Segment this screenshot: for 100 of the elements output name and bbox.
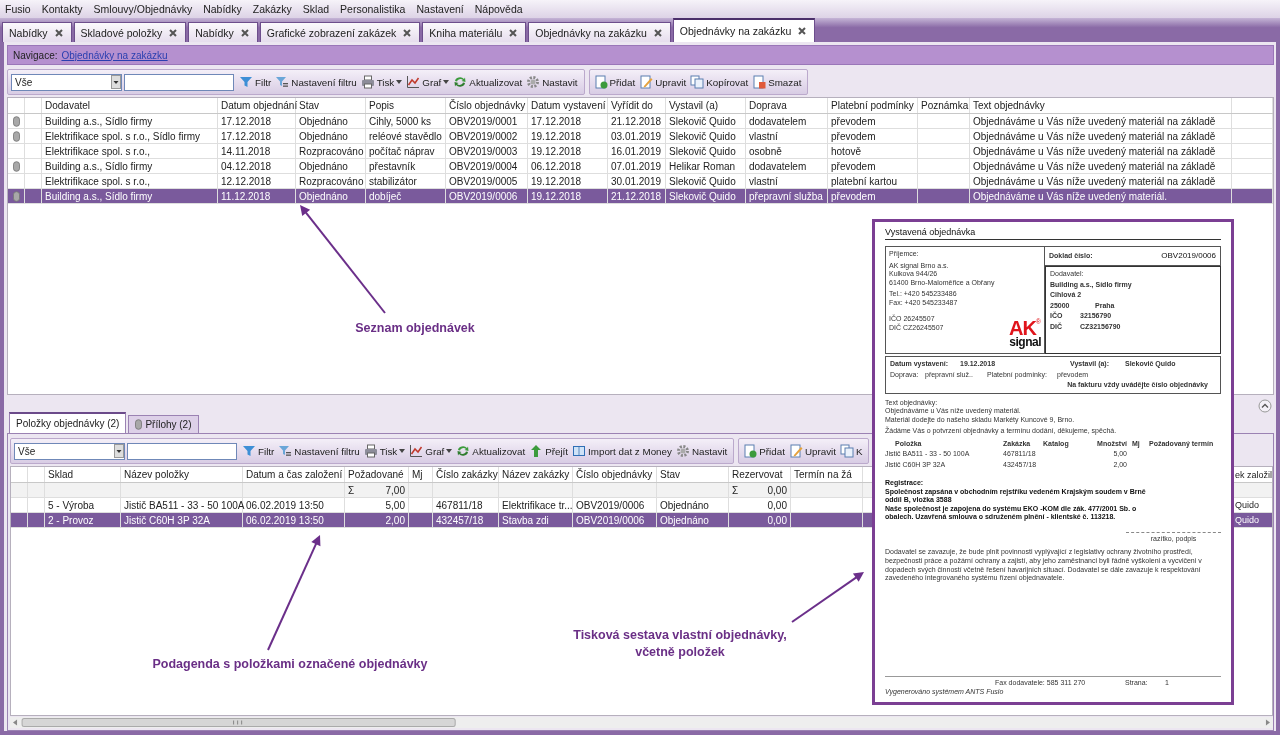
table-cell: 14.11.2018 [218, 144, 296, 158]
column-header[interactable]: Vystavil (a) [666, 98, 746, 113]
menu-item[interactable]: Nabídky [203, 3, 242, 15]
settings-button[interactable]: Nastavit [525, 72, 579, 92]
go-button[interactable]: Přejít [528, 441, 570, 461]
gear-icon [526, 75, 541, 89]
table-cell: OBV2019/0002 [446, 129, 528, 143]
filter-button[interactable]: Filtr [241, 441, 276, 461]
column-header[interactable]: Název zakázky [499, 467, 573, 482]
table-cell: 17.12.2018 [218, 129, 296, 143]
column-header[interactable]: Datum objednání [218, 98, 296, 113]
print-button[interactable]: Tisk [362, 441, 407, 461]
column-header[interactable]: Stav [296, 98, 366, 113]
refresh-button[interactable]: Aktualizovat [455, 441, 527, 461]
menu-item[interactable]: Nápověda [474, 3, 523, 15]
tab[interactable]: Nabídky [188, 22, 258, 42]
column-header[interactable]: Číslo objednávky [573, 467, 657, 482]
settings-button[interactable]: Nastavit [674, 441, 729, 461]
table-cell: 19.12.2018 [528, 189, 608, 203]
caret-icon[interactable] [114, 444, 124, 458]
column-header[interactable]: Stav [657, 467, 729, 482]
tab[interactable]: Skladové položky [73, 22, 187, 42]
edit-button[interactable]: Upravit [787, 441, 837, 461]
column-header[interactable]: Popis [366, 98, 446, 113]
close-icon[interactable] [509, 28, 518, 37]
copy-button[interactable]: Kopírovat [689, 72, 750, 92]
filter-button[interactable]: Filtr [238, 72, 273, 92]
column-header[interactable]: Dodavatel [42, 98, 218, 113]
import-button[interactable]: Import dat z Money [571, 441, 673, 461]
search-field[interactable] [127, 442, 237, 460]
table-cell: Cihly, 5000 ks [366, 114, 446, 128]
filter-dropdown[interactable]: Vše [11, 73, 122, 91]
close-icon[interactable] [653, 28, 662, 37]
chart-icon [406, 75, 421, 89]
table-cell: 21.12.2018 [608, 189, 666, 203]
menu-item[interactable]: Nastavení [416, 3, 464, 15]
column-header[interactable]: Datum a čas založení [243, 467, 345, 482]
edit-button[interactable]: Upravit [638, 72, 688, 92]
filter-settings-button[interactable]: Nastavení filtru [277, 441, 361, 461]
add-button[interactable]: Přidat [742, 441, 786, 461]
tab[interactable]: Přílohy (2) [128, 415, 199, 433]
add-button[interactable]: Přidat [592, 72, 637, 92]
table-cell: vlastní [746, 174, 828, 188]
table-cell: Helikar Roman [666, 159, 746, 173]
table-cell: 19.12.2018 [528, 144, 608, 158]
column-header[interactable]: Číslo zakázky [433, 467, 499, 482]
tab[interactable]: Objednávky na zakázku [528, 22, 671, 42]
collapse-icon[interactable] [1258, 399, 1272, 413]
column-header[interactable]: Rezervovat [729, 467, 791, 482]
tab[interactable]: Kniha materiálu [422, 22, 527, 42]
menu-item[interactable]: Fusio [5, 3, 31, 15]
menu-item[interactable]: Kontakty [41, 3, 83, 15]
close-icon[interactable] [54, 28, 63, 37]
close-icon[interactable] [169, 28, 178, 37]
table-row[interactable]: Building a.s., Sídlo firmy 04.12.2018 Objednáno přestavník OBV2019/0004 06.12.2018 07.01.2019 Helikar Roman dodavatelem převodem Objednáváme u Vás níže uvedený materiál na základě [8, 159, 1273, 174]
filter-settings-button[interactable]: Nastavení filtru [274, 72, 358, 92]
table-row[interactable]: Elektrifikace spol. s r.o., Sídlo firmy 17.12.2018 Objednáno reléové stavědlo OBV2019/0002 19.12.2018 03.01.2019 Slekovič Quido vlastní převodem Objednáváme u Vás níže uvedený materiál na základě [8, 129, 1273, 144]
table-cell: Jistič BA511 - 33 - 50 100A [121, 498, 243, 512]
table-row[interactable]: Building a.s., Sídlo firmy 11.12.2018 Objednáno dobíječ OBV2019/0006 19.12.2018 21.12.2018 Slekovič Quido přepravní služba převodem Objednáváme u Vás níže uvedený materiál. [8, 189, 1273, 204]
column-header[interactable]: Název položky [121, 467, 243, 482]
menu-item[interactable]: Personalistika [340, 3, 406, 15]
filter-dropdown[interactable]: Vše [14, 442, 125, 460]
close-icon[interactable] [403, 28, 412, 37]
table-cell: Objednáváme u Vás níže uvedený materiál na základě [970, 174, 1232, 188]
chart-button[interactable]: Graf [408, 441, 454, 461]
scrollbar[interactable] [10, 717, 1273, 728]
chart-button[interactable]: Graf [405, 72, 451, 92]
close-icon[interactable] [240, 28, 249, 37]
table-row[interactable]: Building a.s., Sídlo firmy 17.12.2018 Objednáno Cihly, 5000 ks OBV2019/0001 17.12.2018 21.12.2018 Slekovič Quido dodavatelem převodem Objednáváme u Vás níže uvedený materiál na základě [8, 114, 1273, 129]
column-header[interactable]: Mj [409, 467, 433, 482]
caret-icon[interactable] [111, 75, 121, 89]
refresh-button[interactable]: Aktualizovat [452, 72, 524, 92]
search-field[interactable] [124, 73, 234, 91]
table-row[interactable]: Elektrifikace spol. s r.o., 14.11.2018 Rozpracováno počítač náprav OBV2019/0003 19.12.2018 16.01.2019 Slekovič Quido osobně hotově Objednáváme u Vás níže uvedený materiál na základě [8, 144, 1273, 159]
table-cell: Slekovič Quido [666, 189, 746, 203]
column-header[interactable]: Text objednávky [970, 98, 1232, 113]
delete-button[interactable]: Smazat [751, 72, 803, 92]
tab[interactable]: Objednávky na zakázku [672, 18, 816, 42]
column-header[interactable]: Doprava [746, 98, 828, 113]
menu-item[interactable]: Zakázky [252, 3, 292, 15]
table-cell: stabilizátor [366, 174, 446, 188]
column-header[interactable]: Datum vystavení [528, 98, 608, 113]
column-header[interactable]: ek založil [1234, 467, 1272, 482]
tab[interactable]: Grafické zobrazení zakázek [259, 22, 421, 42]
close-icon[interactable] [798, 27, 807, 35]
menu-item[interactable]: Smlouvy/Objednávky [93, 3, 193, 15]
column-header[interactable]: Platební podmínky [828, 98, 918, 113]
column-header[interactable]: Sklad [45, 467, 121, 482]
column-header[interactable]: Požadované [345, 467, 409, 482]
print-button[interactable]: Tisk [359, 72, 404, 92]
column-header[interactable]: Poznámka [918, 98, 970, 113]
menu-item[interactable]: Sklad [302, 3, 330, 15]
column-header[interactable]: Vyřídit do [608, 98, 666, 113]
table-cell: Building a.s., Sídlo firmy [42, 189, 218, 203]
column-header[interactable]: Číslo objednávky [446, 98, 528, 113]
tab[interactable]: Položky objednávky (2) [9, 412, 127, 433]
column-header[interactable]: Termín na žá [791, 467, 863, 482]
copy-button[interactable]: K [838, 441, 864, 461]
navigation-label: Navigace: [13, 49, 58, 61]
tab[interactable]: Nabídky [2, 22, 72, 42]
